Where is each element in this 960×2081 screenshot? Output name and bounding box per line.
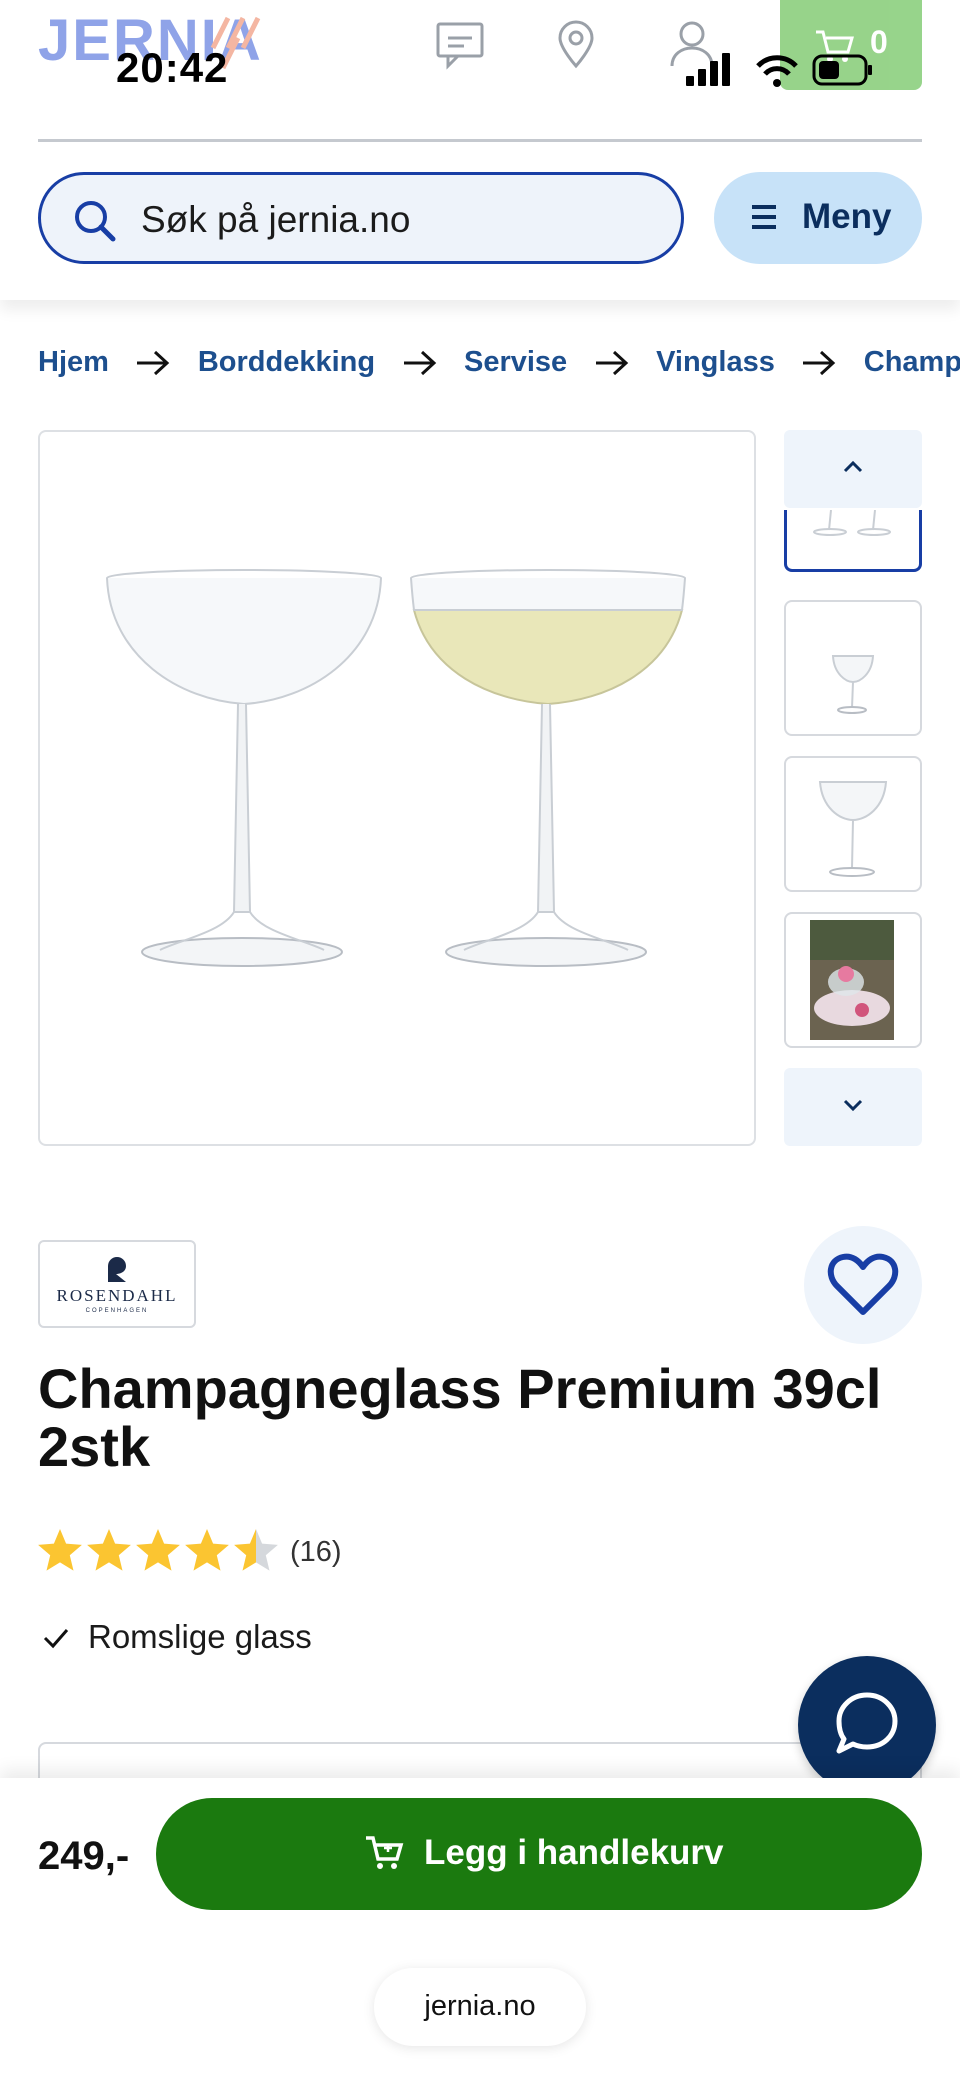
cart-icon — [366, 1836, 404, 1869]
wifi-icon — [756, 55, 798, 87]
rosendahl-mark-icon — [108, 1257, 126, 1282]
search-icon — [75, 201, 116, 242]
product-title: Champagneglass Premium 39cl 2stk — [38, 1357, 882, 1478]
star-icon — [87, 1529, 131, 1571]
review-count[interactable]: (16) — [290, 1536, 342, 1569]
product-price: 249,- — [38, 1834, 130, 1878]
battery-icon — [812, 54, 872, 86]
chevron-up-icon — [843, 460, 863, 473]
breadcrumb-item-borddekking[interactable]: Borddekking — [198, 346, 375, 379]
add-to-favorites-button[interactable] — [804, 1226, 922, 1344]
rating-stars[interactable] — [38, 1528, 288, 1576]
brand-subtitle: COPENHAGEN — [85, 1308, 149, 1314]
chat-button[interactable] — [798, 1656, 936, 1794]
star-icon — [234, 1529, 278, 1571]
heart-icon — [827, 1253, 899, 1315]
thumbnail-scroll-up-button[interactable] — [784, 430, 922, 508]
arrow-right-icon — [595, 350, 628, 375]
thumbnail-1[interactable] — [784, 510, 922, 572]
thumbnail-2[interactable] — [784, 600, 922, 736]
search-placeholder: Søk på jernia.no — [141, 199, 411, 240]
thumbnail-3[interactable] — [784, 756, 922, 892]
star-rating-icons — [38, 1529, 278, 1571]
checkmark-icon — [43, 1629, 69, 1649]
arrow-right-icon — [403, 350, 436, 375]
star-icon — [185, 1529, 229, 1571]
star-icon — [136, 1529, 180, 1571]
browser-url: jernia.no — [424, 1990, 536, 2022]
search-input[interactable]: Søk på jernia.no — [38, 172, 684, 264]
brand-logo[interactable]: ROSENDAHL COPENHAGEN — [38, 1240, 196, 1328]
empty-glass-image — [106, 569, 382, 967]
product-main-image[interactable] — [38, 430, 756, 1146]
thumbnail-list — [784, 430, 922, 1146]
chat-support-icon[interactable] — [432, 16, 488, 72]
chat-bubble-icon — [836, 1692, 898, 1754]
chevron-down-icon — [843, 1099, 863, 1112]
breadcrumb-item-vinglass[interactable]: Vinglass — [656, 346, 775, 379]
add-to-cart-label: Legg i handlekurv — [424, 1833, 724, 1872]
menu-label: Meny — [802, 197, 892, 236]
add-to-cart-button[interactable]: Legg i handlekurv — [156, 1798, 922, 1910]
arrow-right-icon — [137, 350, 170, 375]
hamburger-icon — [752, 205, 776, 229]
status-time: 20:42 — [116, 44, 229, 91]
brand-name: ROSENDAHL — [56, 1286, 178, 1305]
status-icons — [686, 50, 876, 90]
arrow-right-icon — [803, 350, 836, 375]
site-header: JERNIA 20:42 0 Søk på jernia.no Meny — [0, 0, 960, 300]
menu-button[interactable]: Meny — [714, 172, 922, 264]
usp-text: Romslige glass — [88, 1618, 312, 1655]
breadcrumb-item-champagneglass[interactable]: Champa — [864, 346, 960, 379]
sticky-purchase-bar: 249,- Legg i handlekurv jernia.no — [0, 1778, 960, 2081]
filled-glass-image — [410, 569, 686, 967]
signal-icon — [686, 53, 730, 86]
breadcrumb-item-hjem[interactable]: Hjem — [38, 346, 109, 379]
header-divider — [38, 139, 922, 142]
location-pin-icon[interactable] — [548, 16, 604, 72]
browser-address-bar[interactable]: jernia.no — [374, 1968, 586, 2046]
thumbnail-scroll-down-button[interactable] — [784, 1068, 922, 1146]
breadcrumb: Hjem Borddekking Servise Vinglass Champa — [38, 346, 960, 390]
thumbnail-4[interactable] — [784, 912, 922, 1048]
star-icon — [38, 1529, 82, 1571]
breadcrumb-item-servise[interactable]: Servise — [464, 346, 567, 379]
